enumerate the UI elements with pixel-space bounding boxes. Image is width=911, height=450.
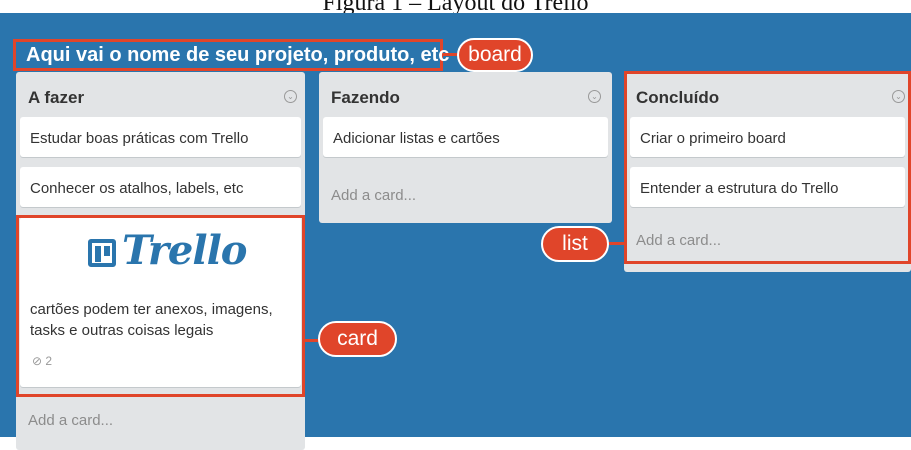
board-title[interactable]: Aqui vai o nome de seu projeto, produto,… xyxy=(26,42,449,68)
list-callout: list xyxy=(541,226,609,262)
card[interactable]: Conhecer os atalhos, labels, etc xyxy=(20,167,301,207)
list-highlight xyxy=(624,71,911,264)
list-callout-line xyxy=(608,242,626,245)
card-callout: card xyxy=(318,321,397,357)
card[interactable]: Adicionar listas e cartões xyxy=(323,117,608,157)
board: Aqui vai o nome de seu projeto, produto,… xyxy=(0,13,911,450)
list-title[interactable]: Fazendo xyxy=(331,88,400,108)
card-highlight xyxy=(16,215,305,397)
card-title: Adicionar listas e cartões xyxy=(333,130,500,147)
card-title: Conhecer os atalhos, labels, etc xyxy=(30,180,244,197)
board-callout: board xyxy=(457,38,533,72)
add-card-button[interactable]: Add a card... xyxy=(331,187,416,204)
add-card-button[interactable]: Add a card... xyxy=(28,412,113,429)
list-menu-icon[interactable]: ⌄ xyxy=(284,90,297,103)
list-fazendo: Fazendo ⌄ Adicionar listas e cartões Add… xyxy=(319,72,612,223)
list-title[interactable]: A fazer xyxy=(28,88,84,108)
list-menu-icon[interactable]: ⌄ xyxy=(588,90,601,103)
card-title: Estudar boas práticas com Trello xyxy=(30,130,249,147)
card[interactable]: Estudar boas práticas com Trello xyxy=(20,117,301,157)
